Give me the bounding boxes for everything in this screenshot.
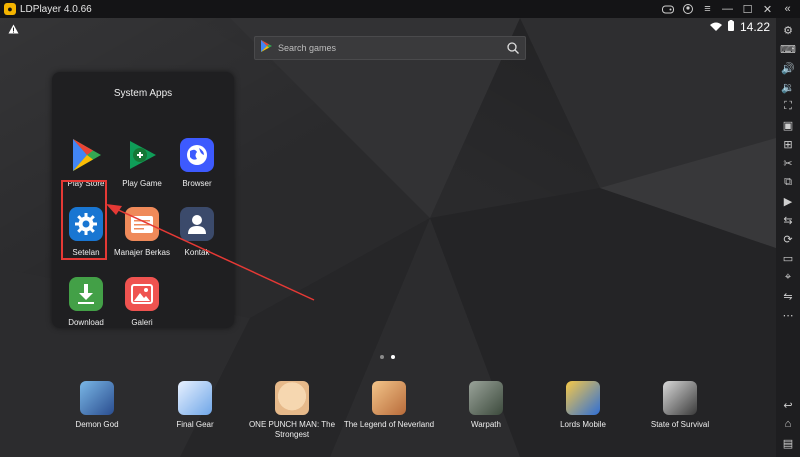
shake-icon[interactable]: ⇆ [780, 212, 796, 228]
gamepad-icon[interactable] [659, 1, 676, 17]
location-icon[interactable]: ⌖ [780, 269, 796, 285]
scissors-icon[interactable]: ✂ [780, 155, 796, 171]
minimize-icon[interactable]: — [719, 1, 736, 17]
title-bar: ● LDPlayer 4.0.66 ≡ — ☐ ✕ « [0, 0, 800, 18]
account-icon[interactable] [679, 1, 696, 17]
game-state-of-survival[interactable]: State of Survival [630, 381, 730, 430]
game-demon-god[interactable]: Demon God [47, 381, 147, 430]
game-warpath[interactable]: Warpath [436, 381, 536, 430]
screenshot-icon[interactable]: ▣ [780, 117, 796, 133]
collapse-sidebar-icon[interactable]: « [779, 1, 796, 17]
menu-icon[interactable]: ≡ [699, 1, 716, 17]
home-icon[interactable]: ⌂ [780, 416, 796, 432]
record-icon[interactable]: ▶ [780, 193, 796, 209]
demon-god-icon [80, 381, 114, 415]
one-punch-man-icon [275, 381, 309, 415]
android-home-screen: 14.22 Search games System Apps Play Stor… [0, 18, 776, 457]
maximize-icon[interactable]: ☐ [739, 1, 756, 17]
page-dot[interactable] [380, 355, 384, 359]
window-controls: ≡ — ☐ ✕ « [659, 0, 796, 18]
volume-up-icon[interactable]: 🔊 [780, 60, 796, 76]
game-final-gear[interactable]: Final Gear [145, 381, 245, 430]
final-gear-icon [178, 381, 212, 415]
state-of-survival-icon [663, 381, 697, 415]
more-icon[interactable]: ⋯ [780, 307, 796, 323]
legend-of-neverland-icon [372, 381, 406, 415]
fullscreen-icon[interactable]: ⛶ [780, 98, 796, 114]
sync-icon[interactable]: ⇋ [780, 288, 796, 304]
game-lords-mobile[interactable]: Lords Mobile [533, 381, 633, 430]
page-dot-active[interactable] [391, 355, 395, 359]
rotate-icon[interactable]: ⟳ [780, 231, 796, 247]
install-apk-icon[interactable]: ⊞ [780, 136, 796, 152]
close-icon[interactable]: ✕ [759, 1, 776, 17]
game-one-punch-man[interactable]: ONE PUNCH MAN: The Strongest [242, 381, 342, 440]
multi-instance-icon[interactable]: ⧉ [780, 174, 796, 190]
recent-apps-icon[interactable]: ▤ [780, 435, 796, 451]
shared-folder-icon[interactable]: ▭ [780, 250, 796, 266]
settings-icon[interactable]: ⚙ [780, 22, 796, 38]
volume-down-icon[interactable]: 🔉 [780, 79, 796, 95]
window-title: LDPlayer 4.0.66 [20, 3, 92, 15]
back-icon[interactable]: ↩ [780, 397, 796, 413]
ldplayer-logo-icon: ● [4, 3, 16, 15]
game-legend-of-neverland[interactable]: The Legend of Neverland [339, 381, 439, 430]
emulator-toolbar: ⚙ ⌨ 🔊 🔉 ⛶ ▣ ⊞ ✂ ⧉ ▶ ⇆ ⟳ ▭ ⌖ ⇋ ⋯ ↩ ⌂ ▤ [776, 18, 800, 457]
page-indicator [380, 355, 395, 359]
keyboard-mapping-icon[interactable]: ⌨ [780, 41, 796, 57]
game-dock: Demon God Final Gear ONE PUNCH MAN: The … [0, 381, 776, 451]
warpath-icon [469, 381, 503, 415]
lords-mobile-icon [566, 381, 600, 415]
